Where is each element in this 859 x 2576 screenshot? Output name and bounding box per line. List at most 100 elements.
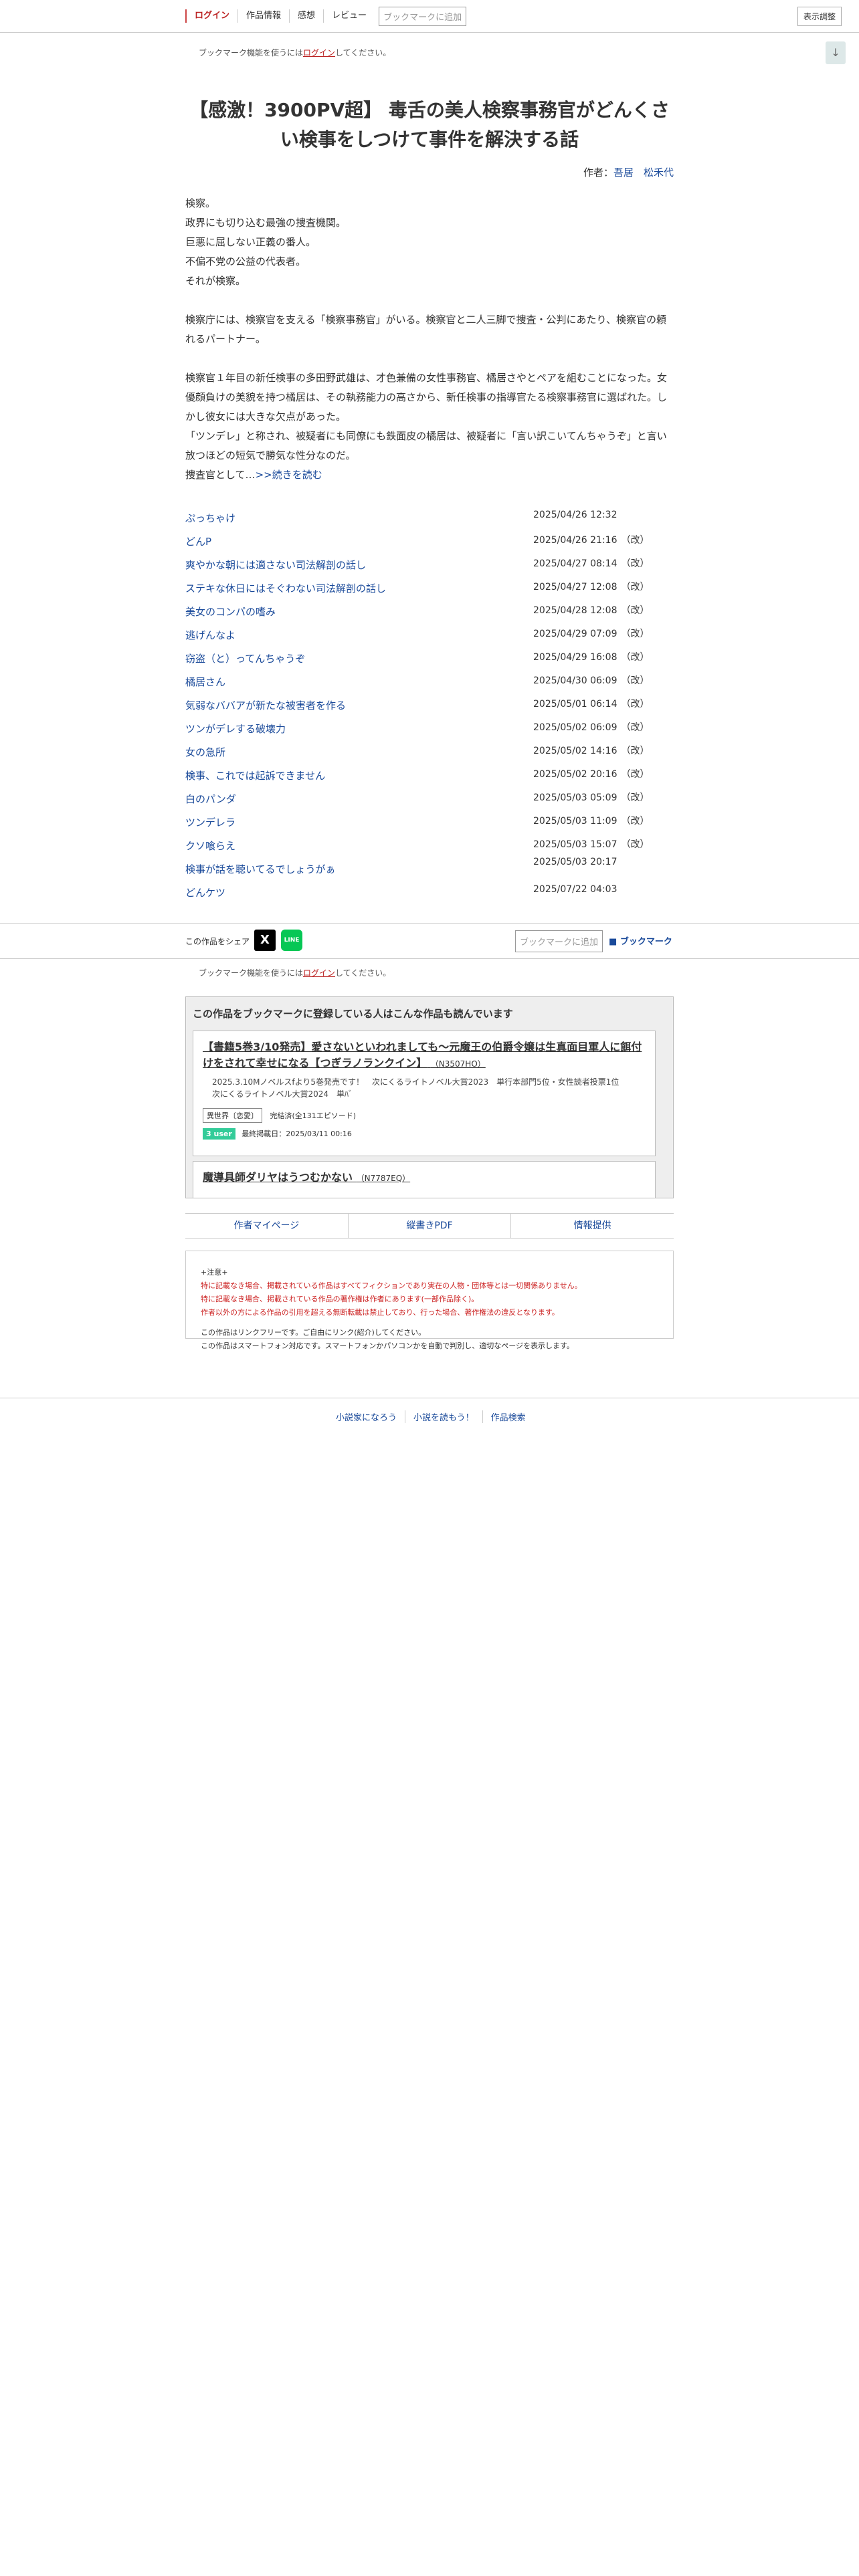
caution-text: 特に記載なき場合、掲載されている作品はすべてフィクションであり実在の人物・団体等…	[201, 1281, 582, 1290]
x-share-icon[interactable]: X	[254, 930, 276, 951]
episode-date: 2025/05/03 15:07 （改）	[533, 839, 650, 850]
episode-title-link[interactable]: 白のパンダ	[185, 792, 236, 806]
episode-title-link[interactable]: ツンがデレする破壊力	[185, 722, 286, 736]
caution-heading: +注意+	[201, 1268, 228, 1277]
recommendation-card: 【書籍5巻3/10発売】愛さないといわれましても～元魔王の伯爵令嬢は生真面目軍人…	[193, 1031, 656, 1156]
episode-row: 白のパンダ 2025/05/03 05:09 （改）	[185, 789, 674, 813]
episode-row: 検事、これでは起訴できません 2025/05/02 20:16 （改）	[185, 766, 674, 789]
episode-date: 2025/05/02 20:16 （改）	[533, 769, 650, 780]
share-label: この作品をシェア	[185, 937, 250, 946]
bookmark-link[interactable]: ■ ブックマーク	[609, 934, 672, 947]
episode-title-link[interactable]: 爽やかな朝には適さない司法解剖の話し	[185, 558, 366, 572]
episode-title-link[interactable]: 検事が話を聴いてるでしょうがぁ	[185, 862, 336, 876]
episode-row: どんP 2025/04/26 21:16 （改）	[185, 532, 674, 555]
episode-title-link[interactable]: 美女のコンパの嗜み	[185, 605, 276, 619]
caution-box: +注意+ 特に記載なき場合、掲載されている作品はすべてフィクションであり実在の人…	[185, 1251, 674, 1350]
synopsis-line: 政界にも切り込む最強の捜査機関。	[185, 217, 347, 229]
header-nav: ログイン 作品情報 感想 レビュー ブックマークに追加	[185, 5, 467, 27]
episode-title-link[interactable]: 窃盗（と）ってんちゃうぞ	[185, 651, 305, 665]
episode-date: 2025/05/02 14:16 （改）	[533, 746, 650, 756]
episode-date: 2025/05/03 05:09 （改）	[533, 792, 650, 803]
author-line: 作者：吾居 松禾代	[583, 167, 674, 179]
episode-date: 2025/04/29 16:08 （改）	[533, 652, 650, 663]
synopsis-line: 捜査官として…>>続きを読む	[185, 469, 322, 481]
episode-title-link[interactable]: クソ喰らえ	[185, 839, 235, 853]
episode-row: 橘居さん 2025/04/30 06:09 （改）	[185, 672, 674, 695]
episode-title-link[interactable]: ぷっちゃけ	[185, 511, 235, 525]
episode-title-link[interactable]: 検事、これでは起訴できません	[185, 768, 325, 782]
footer-link-yomou[interactable]: 小説を読もう！	[405, 1410, 483, 1423]
bookmark-icon: ■	[609, 937, 620, 947]
revision-mark: （改）	[621, 582, 650, 593]
caution-text: この作品はリンクフリーです。ご自由にリンク(紹介)してください。	[201, 1328, 426, 1337]
login-notice-link-bottom[interactable]: ログイン	[303, 968, 335, 978]
episode-row: クソ喰らえ 2025/05/03 15:07 （改）	[185, 836, 674, 859]
author-link[interactable]: 吾居 松禾代	[613, 167, 674, 179]
episode-title-link[interactable]: 気弱なババアが新たな被害者を作る	[185, 698, 346, 712]
revision-mark: （改）	[621, 535, 650, 546]
bookmark-add-button[interactable]: ブックマークに追加	[379, 6, 467, 26]
synopsis-line: 検察。	[185, 197, 216, 209]
episode-date: 2025/04/27 12:08 （改）	[533, 582, 650, 593]
revision-mark: （改）	[621, 746, 650, 756]
episode-title-link[interactable]: 女の急所	[185, 745, 225, 759]
footer-link-narou[interactable]: 小説家になろう	[328, 1410, 406, 1423]
episode-row: 逃げんなよ 2025/04/29 07:09 （改）	[185, 625, 674, 649]
synopsis-line: 「ツンデレ」と称され、被疑者にも同僚にも鉄面皮の橘居は、被疑者に「言い訳こいてん…	[185, 430, 667, 461]
episode-title-link[interactable]: ステキな休日にはそぐわない司法解剖の話し	[185, 581, 386, 595]
share-bar: この作品をシェア X LINE ブックマークに追加 ■ ブックマーク	[0, 923, 859, 959]
impressions-link[interactable]: 感想	[290, 9, 324, 23]
synopsis-line: 不偏不党の公益の代表者。	[185, 255, 306, 267]
work-info-link[interactable]: 作品情報	[238, 9, 290, 23]
episode-title-link[interactable]: どんP	[185, 534, 211, 548]
recommendation-title[interactable]: 【書籍5巻3/10発売】愛さないといわれましても～元魔王の伯爵令嬢は生真面目軍人…	[203, 1039, 646, 1072]
episode-row: ツンがデレする破壊力 2025/05/02 06:09 （改）	[185, 719, 674, 742]
episode-title-link[interactable]: どんケツ	[185, 885, 225, 899]
revision-mark: （改）	[621, 699, 650, 710]
footer-link-search[interactable]: 作品検索	[483, 1410, 534, 1423]
bookmark-add-button-bottom[interactable]: ブックマークに追加	[515, 930, 603, 952]
read-more-link[interactable]: >>続きを読む	[256, 469, 322, 481]
recommendations-heading: この作品をブックマークに登録している人はこんな作品も読んでいます	[193, 1008, 513, 1020]
recommendations-panel: この作品をブックマークに登録している人はこんな作品も読んでいます 【書籍5巻3/…	[185, 996, 674, 1198]
review-link[interactable]: レビュー	[324, 9, 375, 23]
line-share-icon[interactable]: LINE	[281, 930, 302, 951]
episode-row: どんケツ 2025/07/22 04:03	[185, 883, 674, 906]
revision-mark: （改）	[621, 605, 650, 616]
genre-tag[interactable]: 異世界〔恋愛〕	[203, 1108, 262, 1123]
recommendation-description: 2025.3.10Mノベルスfより5巻発売です！ 次にくるライトノベル大賞202…	[212, 1077, 619, 1099]
episode-date: 2025/05/03 20:17	[533, 857, 617, 867]
revision-mark: （改）	[621, 675, 650, 686]
episode-title-link[interactable]: ツンデレラ	[185, 815, 235, 829]
login-link[interactable]: ログイン	[185, 9, 239, 23]
recommendation-title[interactable]: 魔導具師ダリヤはうつむかない （N7787EQ）	[203, 1170, 646, 1186]
revision-mark: （改）	[621, 792, 650, 803]
author-mypage-link[interactable]: 作者マイページ	[185, 1214, 349, 1238]
revision-mark: （改）	[621, 558, 650, 569]
episode-row: ツンデレラ 2025/05/03 11:09 （改）	[185, 813, 674, 836]
episode-row: 爽やかな朝には適さない司法解剖の話し 2025/04/27 08:14 （改）	[185, 555, 674, 578]
display-settings-button[interactable]: 表示調整	[797, 7, 842, 26]
novel-title: 【感激！3900PV超】 毒舌の美人検察事務官がどんくさい検事をしつけて事件を解…	[189, 99, 670, 150]
caution-text: この作品はスマートフォン対応です。スマートフォンかパソコンかを自動で判別し、適切…	[201, 1341, 574, 1350]
episode-date: 2025/07/22 04:03	[533, 884, 617, 895]
author-links-bar: 作者マイページ 縦書きPDF 情報提供	[185, 1213, 674, 1239]
episode-date: 2025/04/28 12:08 （改）	[533, 605, 650, 616]
scroll-down-button[interactable]: ↓	[826, 41, 846, 64]
episode-date: 2025/04/29 07:09 （改）	[533, 629, 650, 639]
episode-date: 2025/04/26 21:16 （改）	[533, 535, 650, 546]
episode-row: ぷっちゃけ 2025/04/26 12:32	[185, 508, 674, 532]
episode-list: ぷっちゃけ 2025/04/26 12:32 どんP 2025/04/26 21:16…	[185, 508, 674, 906]
login-notice-link[interactable]: ログイン	[303, 48, 335, 58]
episode-title-link[interactable]: 逃げんなよ	[185, 628, 235, 642]
synopsis-line: それが検察。	[185, 275, 246, 287]
report-link[interactable]: 情報提供	[511, 1214, 674, 1238]
episode-date: 2025/04/30 06:09 （改）	[533, 675, 650, 686]
revision-mark: （改）	[621, 652, 650, 663]
login-notice-bottom: ブックマーク機能を使うにはログインしてください。	[199, 968, 391, 978]
episode-row: 窃盗（と）ってんちゃうぞ 2025/04/29 16:08 （改）	[185, 649, 674, 672]
login-notice: ブックマーク機能を使うにはログインしてください。	[199, 48, 391, 58]
vertical-pdf-link[interactable]: 縦書きPDF	[349, 1214, 512, 1238]
synopsis: 検察。 政界にも切り込む最強の捜査機関。 巨悪に屈しない正義の番人。 不偏不党の…	[185, 194, 674, 485]
episode-title-link[interactable]: 橘居さん	[185, 675, 225, 689]
